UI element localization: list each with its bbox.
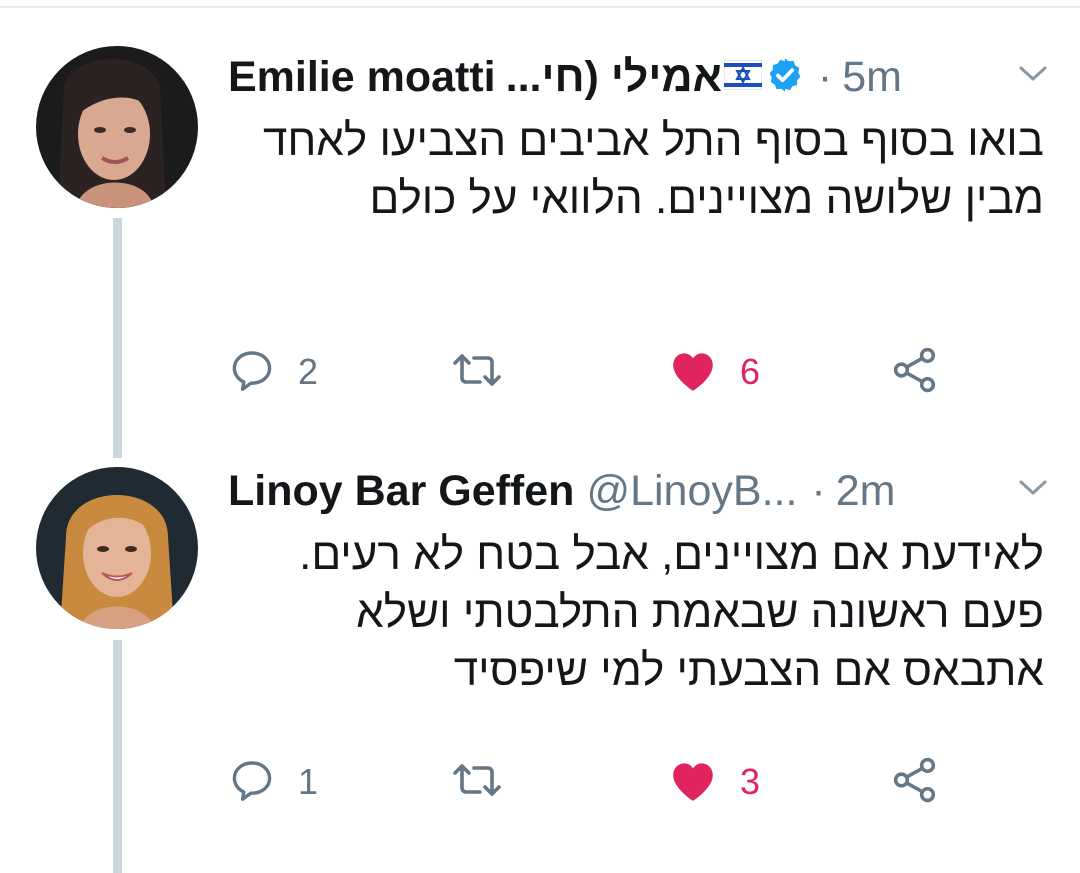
tweet[interactable]: Linoy Bar Geffen @LinoyB... · 2m לאידעת … bbox=[228, 460, 1048, 700]
reply-icon bbox=[228, 756, 276, 809]
tweet-actions: 2 6 bbox=[228, 344, 1048, 400]
retweet-icon bbox=[450, 756, 504, 809]
reply-button[interactable]: 2 bbox=[228, 344, 318, 400]
heart-icon bbox=[668, 757, 718, 808]
author-handle[interactable]: @LinoyB... bbox=[586, 467, 797, 516]
conversation-thread: Emilie moatti אמילי (חי... · 5m בואו בסו… bbox=[0, 0, 1080, 873]
retweet-icon bbox=[450, 346, 504, 399]
avatar[interactable] bbox=[36, 467, 198, 629]
avatar-photo-emilie bbox=[36, 46, 198, 208]
separator-dot: · bbox=[817, 52, 833, 101]
like-button[interactable]: 6 bbox=[668, 344, 760, 400]
tweet-actions: 1 3 bbox=[228, 754, 1048, 810]
heart-icon bbox=[668, 347, 718, 398]
tweet-header: Linoy Bar Geffen @LinoyB... · 2m bbox=[228, 460, 1048, 522]
share-icon bbox=[890, 755, 940, 810]
tweet-text: לאידעת אם מצויינים, אבל בטח לא רעים. פעם… bbox=[299, 530, 1044, 695]
author-name[interactable]: Linoy Bar Geffen bbox=[228, 467, 574, 516]
thread-connector-line bbox=[113, 640, 122, 873]
thread-connector-line bbox=[113, 218, 122, 458]
chevron-down-icon[interactable] bbox=[1018, 64, 1048, 89]
reply-icon bbox=[228, 346, 276, 399]
top-divider bbox=[0, 6, 1080, 8]
verified-badge-icon bbox=[766, 56, 804, 99]
like-button[interactable]: 3 bbox=[668, 754, 760, 810]
retweet-button[interactable] bbox=[450, 344, 504, 400]
chevron-down-icon[interactable] bbox=[1018, 478, 1048, 503]
like-count: 3 bbox=[740, 761, 761, 802]
share-button[interactable] bbox=[890, 754, 940, 810]
share-button[interactable] bbox=[890, 344, 940, 400]
tweet-header: Emilie moatti אמילי (חי... · 5m bbox=[228, 46, 1048, 108]
tweet-text: בואו בסוף בסוף התל אביבים הצביעו לאחד מב… bbox=[262, 116, 1044, 223]
avatar-photo-linoy bbox=[36, 467, 198, 629]
reply-button[interactable]: 1 bbox=[228, 754, 318, 810]
reply-count: 1 bbox=[298, 761, 319, 802]
retweet-button[interactable] bbox=[450, 754, 504, 810]
author-name[interactable]: Emilie moatti bbox=[228, 53, 496, 102]
tweet-timestamp[interactable]: 2m bbox=[836, 467, 896, 516]
israel-flag-icon bbox=[723, 59, 763, 95]
author-name-hebrew[interactable]: אמילי (חי... bbox=[506, 53, 722, 102]
tweet-timestamp[interactable]: 5m bbox=[842, 53, 902, 102]
avatar[interactable] bbox=[36, 46, 198, 208]
reply-count: 2 bbox=[298, 351, 319, 392]
tweet[interactable]: Emilie moatti אמילי (חי... · 5m בואו בסו… bbox=[228, 46, 1048, 228]
separator-dot: · bbox=[811, 466, 826, 515]
like-count: 6 bbox=[740, 351, 761, 392]
share-icon bbox=[890, 345, 940, 400]
